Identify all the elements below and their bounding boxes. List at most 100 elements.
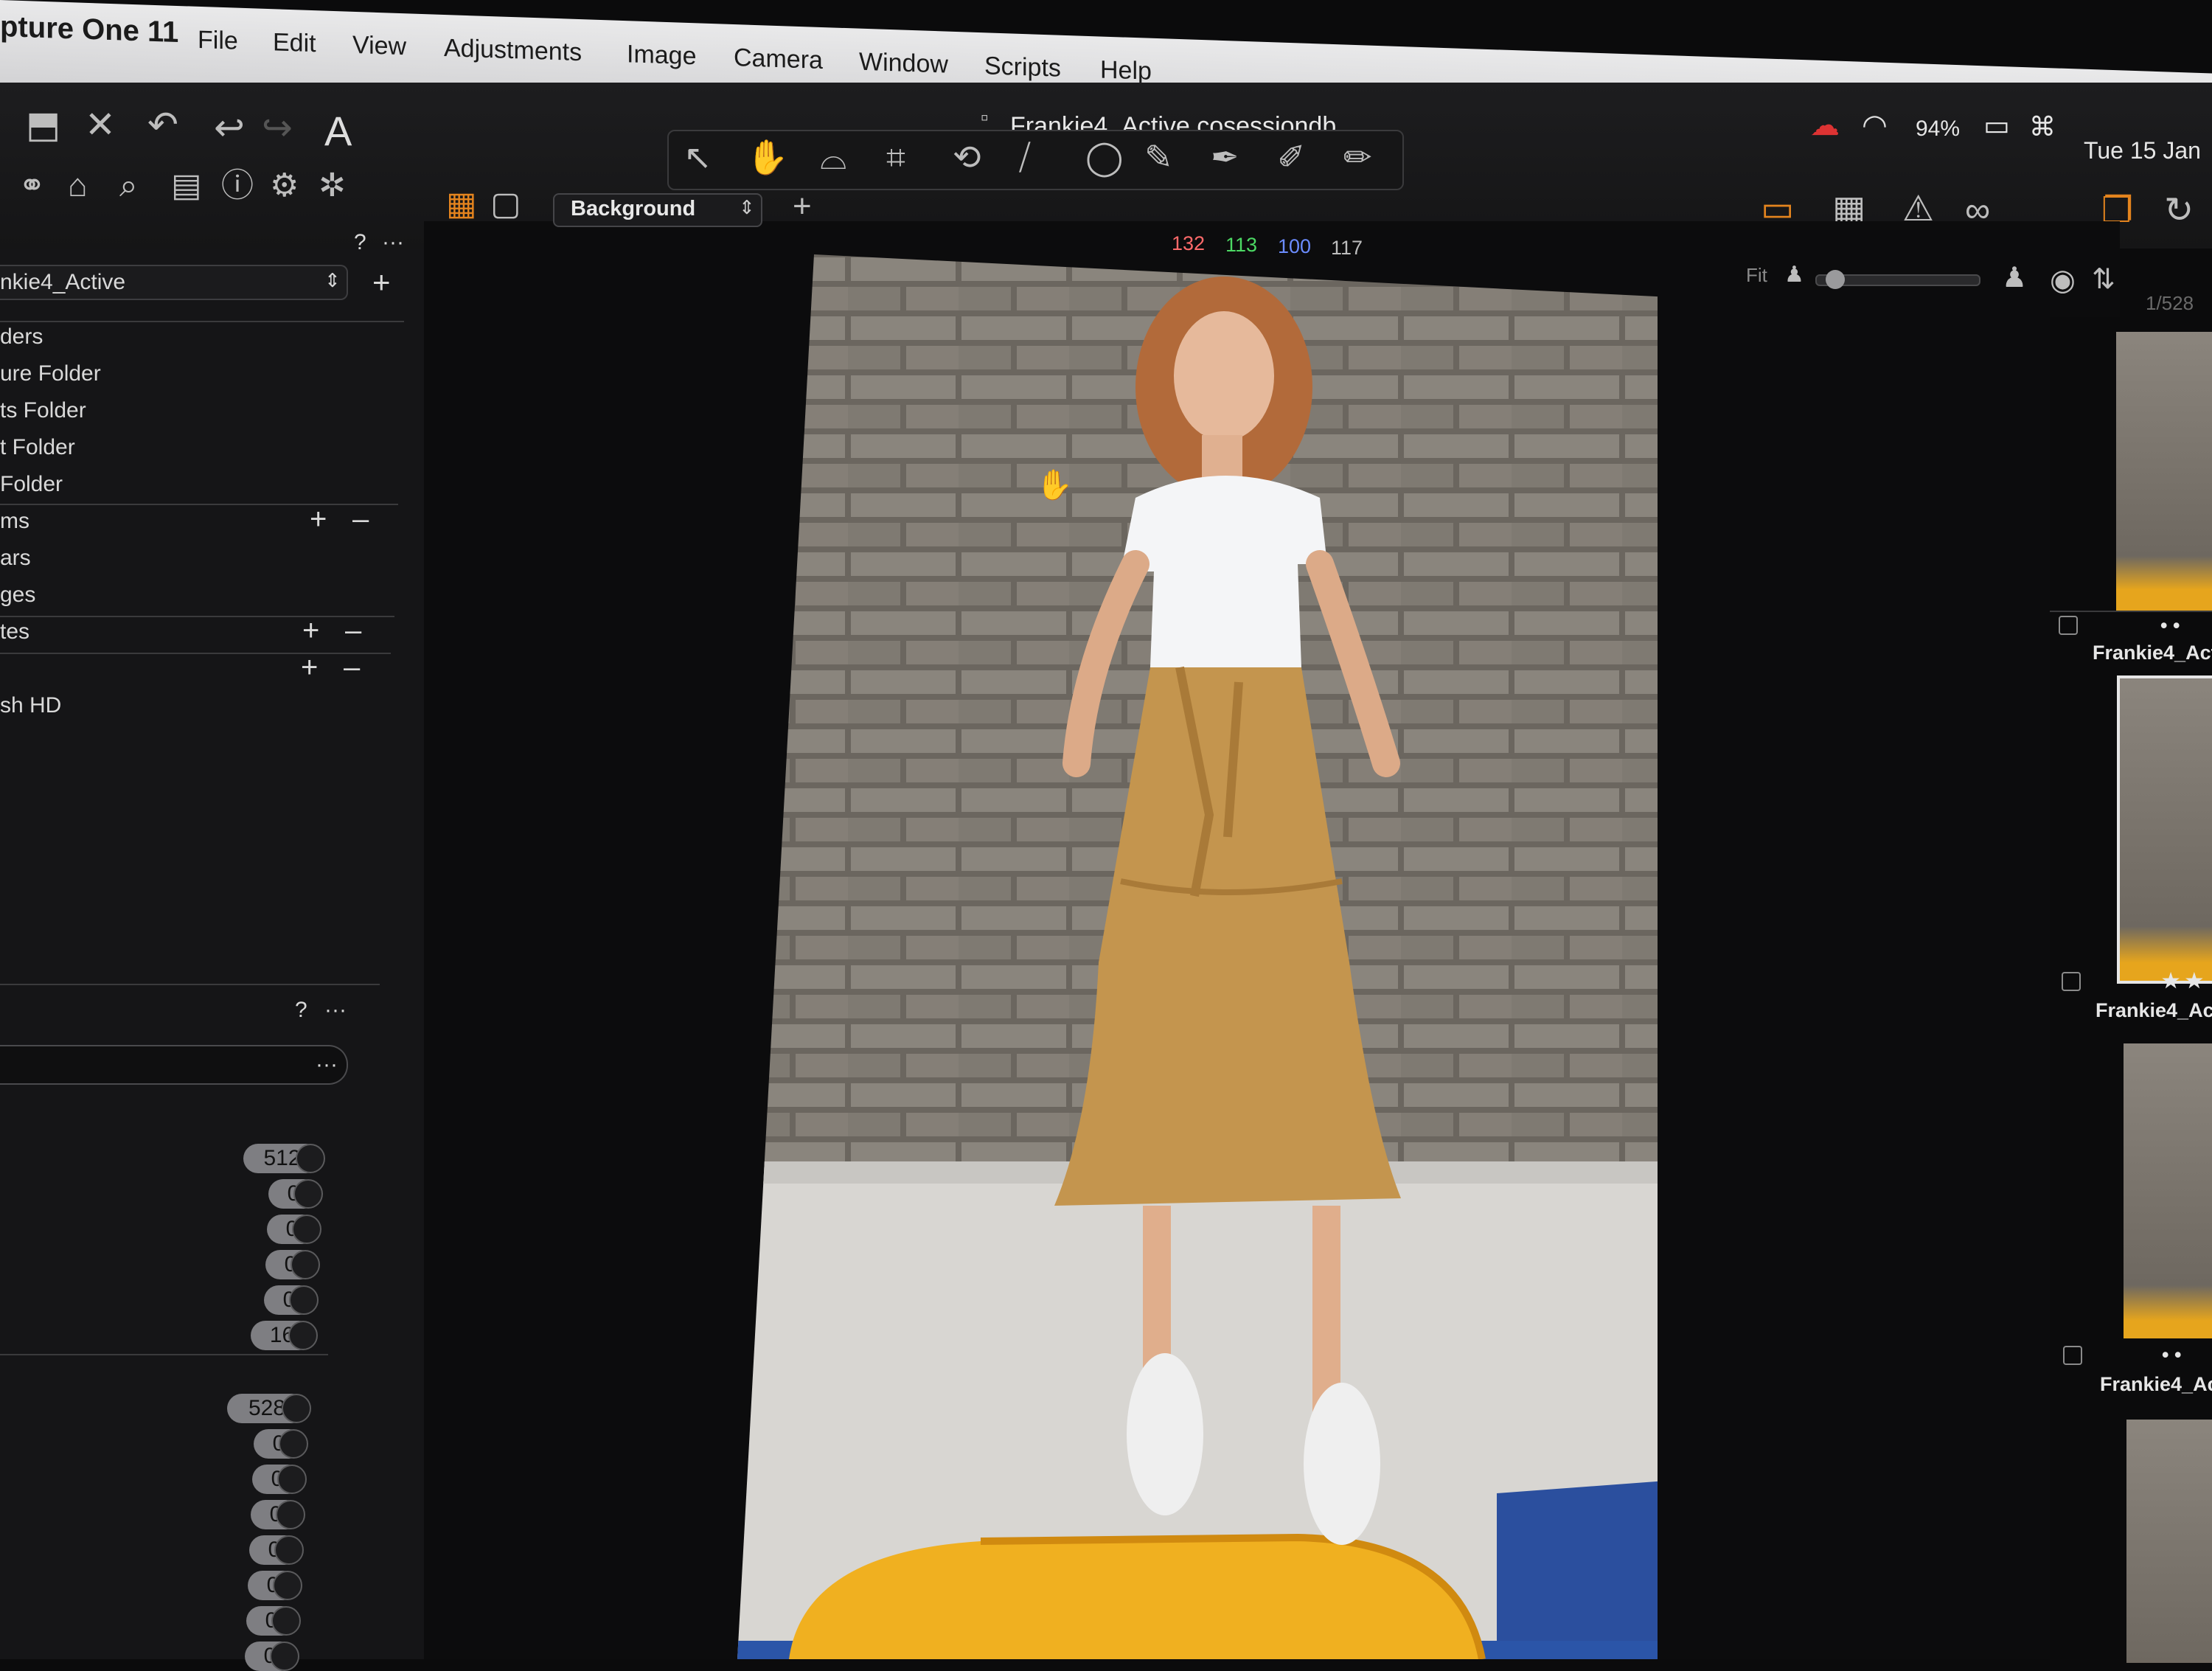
toggle-knob[interactable] bbox=[273, 1571, 302, 1600]
brush-tool-icon[interactable]: ✎ bbox=[1144, 140, 1173, 174]
keystone-tool-icon[interactable]: ⧸ bbox=[1019, 140, 1031, 174]
eraser-tool-icon[interactable]: ✏ bbox=[1343, 140, 1372, 174]
output-tab-icon[interactable]: ✲ bbox=[319, 170, 346, 202]
metadata-tab-icon[interactable]: ▤ bbox=[171, 170, 202, 202]
reset-icon[interactable]: ↶ bbox=[147, 106, 178, 143]
grid-view-icon[interactable]: ▦ bbox=[446, 188, 477, 220]
toggle-knob[interactable] bbox=[271, 1606, 301, 1636]
annotate-tool-icon[interactable]: ✐ bbox=[1277, 140, 1306, 174]
album-item[interactable]: ars bbox=[0, 546, 31, 571]
select-arrows-icon: ⇕ bbox=[324, 269, 341, 291]
loupe-tool-icon[interactable]: ⌓ bbox=[820, 140, 846, 174]
crop-tool-icon[interactable]: ⌗ bbox=[886, 140, 905, 174]
search-options-icon[interactable]: ··· bbox=[316, 1052, 338, 1077]
battery-icon[interactable]: ▭ bbox=[1983, 112, 2010, 140]
select-checkbox[interactable] bbox=[2063, 1346, 2082, 1365]
add-layer-icon[interactable]: + bbox=[793, 190, 812, 223]
thumbnail-selected[interactable] bbox=[2117, 675, 2212, 984]
creative-cloud-icon[interactable]: ☁ bbox=[1810, 111, 1840, 140]
app-name[interactable]: pture One 11 bbox=[0, 10, 178, 49]
menu-file[interactable]: File bbox=[198, 26, 238, 56]
select-checkbox[interactable] bbox=[2059, 616, 2078, 635]
toggle-knob[interactable] bbox=[291, 1250, 320, 1279]
count-badge: 528 bbox=[227, 1394, 311, 1423]
menu-image[interactable]: Image bbox=[627, 40, 697, 71]
album-group[interactable]: ms bbox=[0, 509, 29, 534]
remove-favorite-icon[interactable]: – bbox=[345, 614, 361, 647]
redo-icon[interactable]: ↪ bbox=[262, 109, 293, 146]
menu-adjustments[interactable]: Adjustments bbox=[444, 34, 582, 67]
remove-album-icon[interactable]: – bbox=[352, 503, 369, 536]
layer-select[interactable]: Background ⇕ bbox=[553, 193, 762, 227]
picker-tool-icon[interactable]: ✒ bbox=[1211, 140, 1239, 174]
menu-window[interactable]: Window bbox=[859, 48, 948, 80]
select-tool-icon[interactable]: ↖ bbox=[684, 140, 712, 174]
zoom-slider-thumb[interactable] bbox=[1826, 270, 1845, 289]
filters-more-icon[interactable]: ··· bbox=[324, 998, 347, 1023]
info-tab-icon[interactable]: ⓘ bbox=[221, 170, 254, 202]
filter-search-input[interactable]: ··· bbox=[0, 1045, 348, 1085]
toggle-knob[interactable] bbox=[289, 1285, 319, 1315]
remove-item-icon[interactable]: – bbox=[344, 651, 360, 684]
album-item[interactable]: ges bbox=[0, 583, 35, 608]
add-album-icon[interactable]: + bbox=[310, 503, 327, 536]
menu-view[interactable]: View bbox=[352, 31, 406, 61]
add-favorite-icon[interactable]: + bbox=[302, 614, 319, 647]
sort-icon[interactable]: ⇅ bbox=[2092, 265, 2115, 293]
keyboard-icon[interactable]: ⌘ bbox=[2029, 114, 2056, 140]
thumbnail[interactable] bbox=[2116, 332, 2212, 612]
more-icon[interactable]: ··· bbox=[382, 230, 404, 255]
menu-help[interactable]: Help bbox=[1100, 55, 1152, 86]
folder-item[interactable]: t Folder bbox=[0, 435, 75, 460]
toggle-knob[interactable] bbox=[277, 1465, 307, 1494]
capture-tab-icon[interactable]: ⌂ bbox=[68, 170, 88, 202]
folder-item[interactable]: Folder bbox=[0, 472, 63, 497]
toggle-knob[interactable] bbox=[282, 1394, 311, 1423]
image-viewer[interactable]: ▦ ▢ Background ⇕ + 132 113 100 117 Fit ♟… bbox=[424, 188, 2194, 1659]
help-icon[interactable]: ? bbox=[354, 230, 366, 255]
toggle-knob[interactable] bbox=[292, 1215, 321, 1244]
rating-dots[interactable]: • • bbox=[2162, 1344, 2181, 1366]
add-item-icon[interactable]: + bbox=[301, 651, 318, 684]
select-checkbox[interactable] bbox=[2062, 972, 2081, 991]
toggle-knob[interactable] bbox=[276, 1500, 305, 1529]
add-session-icon[interactable]: + bbox=[372, 265, 391, 300]
toggle-knob[interactable] bbox=[274, 1535, 304, 1565]
settings-tab-icon[interactable]: ⚙ bbox=[270, 170, 299, 202]
favorites-group[interactable]: tes bbox=[0, 619, 29, 645]
filters-help-icon[interactable]: ? bbox=[295, 998, 307, 1023]
thumbnail[interactable] bbox=[2124, 1043, 2212, 1338]
delete-icon[interactable]: ✕ bbox=[85, 106, 116, 143]
pan-tool-icon[interactable]: ✋ bbox=[746, 140, 788, 174]
library-tab-icon[interactable]: ⚭ bbox=[18, 170, 46, 202]
rotate-tool-icon[interactable]: ⟲ bbox=[953, 140, 981, 174]
import-icon[interactable]: ⬒ bbox=[26, 106, 60, 143]
eye-icon[interactable]: ◉ bbox=[2050, 265, 2076, 295]
single-view-icon[interactable]: ▢ bbox=[490, 188, 521, 220]
toggle-knob[interactable] bbox=[270, 1642, 299, 1671]
group-item[interactable]: sh HD bbox=[0, 693, 61, 718]
thumbnail[interactable] bbox=[2126, 1420, 2212, 1663]
star-rating[interactable]: ★ ★ bbox=[2162, 970, 2203, 993]
auto-adjust-icon[interactable]: A bbox=[324, 111, 352, 152]
menu-camera[interactable]: Camera bbox=[734, 44, 823, 75]
folder-item[interactable]: ts Folder bbox=[0, 398, 86, 423]
zoom-slider[interactable] bbox=[1815, 270, 1980, 289]
toggle-knob[interactable] bbox=[293, 1179, 323, 1209]
toggle-knob[interactable] bbox=[296, 1144, 325, 1173]
rating-dots[interactable]: • • bbox=[2160, 614, 2180, 637]
small-person-icon: ♟ bbox=[1784, 263, 1804, 287]
rotate-icon[interactable]: ↻ bbox=[2164, 193, 2194, 229]
wifi-icon[interactable]: ◠ bbox=[1862, 111, 1888, 140]
toggle-knob[interactable] bbox=[288, 1321, 318, 1350]
menu-edit[interactable]: Edit bbox=[273, 28, 316, 58]
lens-tab-icon[interactable]: ⌕ bbox=[119, 170, 138, 202]
session-select[interactable]: nkie4_Active ⇕ bbox=[0, 265, 348, 300]
folder-item[interactable]: ders bbox=[0, 324, 43, 350]
menu-scripts[interactable]: Scripts bbox=[984, 52, 1061, 83]
toggle-knob[interactable] bbox=[279, 1429, 308, 1459]
folder-item[interactable]: ure Folder bbox=[0, 361, 101, 386]
undo-icon[interactable]: ↩ bbox=[214, 109, 245, 146]
main-photo[interactable] bbox=[737, 254, 1658, 1659]
spot-tool-icon[interactable]: ◯ bbox=[1085, 140, 1123, 174]
